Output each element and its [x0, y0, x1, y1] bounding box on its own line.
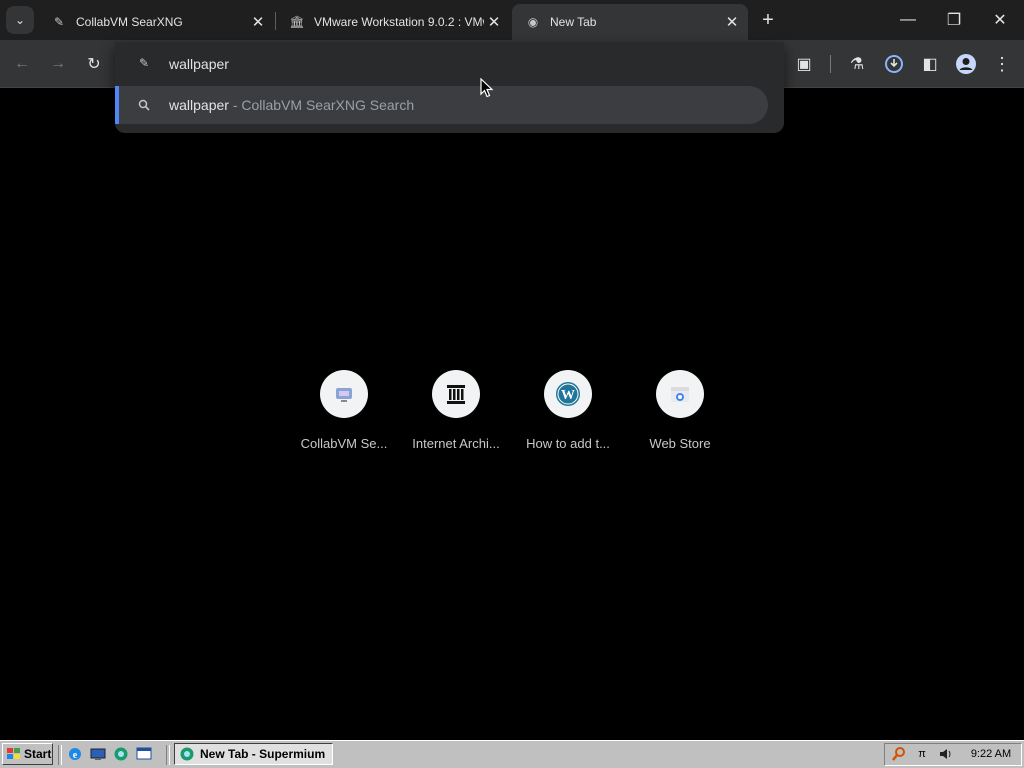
arrow-left-icon: ← — [14, 55, 30, 72]
suggestion-query: wallpaper — [169, 97, 229, 113]
new-tab-button[interactable]: + — [748, 6, 788, 34]
extensions-button[interactable]: ▣ — [790, 50, 818, 78]
shortcut-internet-archive[interactable]: Internet Archi... — [400, 370, 512, 451]
avatar-icon — [956, 54, 976, 74]
mouse-cursor-icon — [480, 78, 494, 98]
search-tray-icon[interactable] — [890, 746, 908, 762]
webstore-icon — [656, 370, 704, 418]
collabvm-icon — [320, 370, 368, 418]
quicklaunch-desktop[interactable] — [89, 746, 107, 762]
shortcut-collabvm[interactable]: CollabVM Se... — [288, 370, 400, 451]
language-icon[interactable]: π — [913, 746, 931, 762]
suggestion-engine: - CollabVM SearXNG Search — [228, 97, 415, 113]
window-icon — [136, 747, 152, 760]
searxng-icon: ✎ — [138, 56, 150, 70]
shortcut-label: Web Store — [649, 436, 711, 451]
tab-title: CollabVM SearXNG — [76, 15, 183, 29]
wordpress-icon: W — [544, 370, 592, 418]
restore-button[interactable]: ❐ — [934, 6, 974, 34]
shortcut-label: How to add t... — [526, 436, 610, 451]
tab-search-button[interactable]: ⌄ — [6, 6, 34, 34]
flask-icon: ⚗ — [849, 56, 865, 73]
windows-logo-icon — [7, 748, 20, 759]
taskbar — [0, 740, 1024, 768]
shortcut-label: Internet Archi... — [412, 436, 500, 451]
tab-vmware-workstation[interactable]: 🏛 VMware Workstation 9.0.2 : VMwa ✕ — [276, 4, 510, 40]
toolbar-divider — [830, 55, 831, 73]
tab-title: VMware Workstation 9.0.2 : VMwa — [314, 15, 484, 29]
forward-button[interactable]: → — [44, 50, 72, 78]
svg-text:W: W — [561, 388, 575, 403]
tab-new-tab[interactable]: ◉ New Tab ✕ — [512, 4, 748, 40]
svg-text:e: e — [73, 750, 78, 761]
supermium-icon — [180, 747, 194, 761]
shortcut-label: CollabVM Se... — [300, 436, 388, 451]
chevron-down-icon: ⌄ — [14, 13, 26, 27]
taskbar-divider — [166, 745, 170, 765]
globe-icon: ◉ — [527, 15, 539, 29]
archive-icon — [432, 370, 480, 418]
tab-collabvm-searxng[interactable]: ✎ CollabVM SearXNG ✕ — [38, 4, 274, 40]
archive-icon: 🏛 — [289, 15, 305, 29]
side-panel-icon: ◧ — [922, 56, 938, 73]
back-button[interactable]: ← — [8, 50, 36, 78]
window-title: New Tab - Supermium — [200, 747, 326, 761]
download-progress-icon — [885, 55, 903, 73]
menu-button[interactable]: ⋮ — [988, 50, 1016, 78]
searxng-icon: ✎ — [53, 15, 65, 29]
close-tab-icon[interactable]: ✕ — [484, 12, 504, 32]
quicklaunch-ie[interactable]: e — [66, 746, 84, 762]
internet-explorer-icon: e — [69, 748, 81, 761]
side-panel-button[interactable]: ◧ — [916, 50, 944, 78]
selection-indicator — [115, 86, 119, 124]
downloads-button[interactable] — [880, 50, 908, 78]
show-desktop-icon — [90, 748, 106, 760]
clock[interactable]: 9:22 AM — [964, 748, 1018, 762]
restore-icon: ❐ — [946, 12, 962, 29]
profile-button[interactable] — [952, 50, 980, 78]
puzzle-icon: ▣ — [796, 56, 812, 73]
quicklaunch-explorer[interactable] — [135, 746, 153, 762]
minimize-icon: — — [900, 11, 916, 28]
search-icon — [136, 97, 152, 113]
close-icon: ✕ — [993, 12, 1007, 29]
shortcut-web-store[interactable]: Web Store — [624, 370, 736, 451]
arrow-right-icon: → — [50, 55, 66, 72]
taskbar-window-button[interactable]: New Tab - Supermium — [174, 743, 333, 765]
start-button[interactable]: Start — [2, 743, 53, 765]
labs-button[interactable]: ⚗ — [843, 50, 871, 78]
start-label: Start — [24, 747, 52, 761]
plus-icon: + — [762, 8, 774, 31]
reload-button[interactable]: ↻ — [80, 50, 108, 78]
close-window-button[interactable]: ✕ — [980, 6, 1020, 34]
volume-icon[interactable] — [937, 746, 955, 762]
tab-title: New Tab — [550, 15, 597, 29]
minimize-button[interactable]: — — [888, 6, 928, 34]
supermium-icon — [114, 747, 128, 761]
taskbar-divider — [58, 745, 62, 765]
more-vert-icon: ⋮ — [993, 53, 1011, 74]
suggestion-text: wallpaper - CollabVM SearXNG Search — [169, 97, 414, 113]
address-bar-input[interactable] — [169, 55, 729, 73]
reload-icon: ↻ — [87, 56, 101, 73]
quicklaunch-browser[interactable] — [112, 746, 130, 762]
close-tab-icon[interactable]: ✕ — [248, 12, 268, 32]
shortcut-wordpress[interactable]: W How to add t... — [512, 370, 624, 451]
close-tab-icon[interactable]: ✕ — [722, 12, 742, 32]
